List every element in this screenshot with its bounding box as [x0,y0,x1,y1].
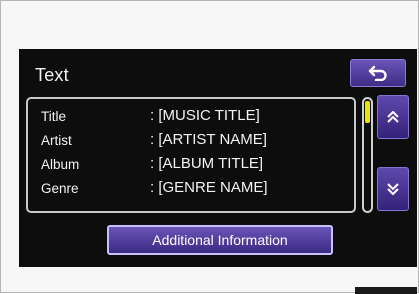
screen-title: Text [35,65,69,85]
double-chevron-up-icon [387,111,399,123]
scroll-down-button[interactable] [377,167,409,211]
info-row-genre: Genre : [GENRE NAME] [41,179,351,201]
row-value: : [ALBUM TITLE] [150,155,264,172]
double-chevron-down-icon [387,183,399,195]
row-value: : [MUSIC TITLE] [150,107,260,124]
back-button[interactable] [350,59,406,87]
row-value: : [ARTIST NAME] [150,131,267,148]
additional-information-button[interactable]: Additional Information [107,225,333,255]
figure-frame: Text Title : [MUSIC TITLE] Artist : [ART… [0,0,419,294]
row-label: Genre [41,181,79,196]
info-row-artist: Artist : [ARTIST NAME] [41,131,351,153]
scrollbar[interactable] [362,97,373,213]
scroll-up-button[interactable] [377,95,409,139]
row-label: Album [41,157,80,172]
scroll-thumb[interactable] [365,101,370,123]
track-info-panel: Title : [MUSIC TITLE] Artist : [ARTIST N… [26,97,356,213]
row-value: : [GENRE NAME] [150,179,268,196]
return-arrow-icon [368,65,387,81]
info-row-album: Album : [ALBUM TITLE] [41,155,351,177]
row-label: Title [41,109,67,124]
row-label: Artist [41,133,72,148]
display-screen: Text Title : [MUSIC TITLE] Artist : [ART… [19,49,417,267]
info-row-title: Title : [MUSIC TITLE] [41,107,351,129]
